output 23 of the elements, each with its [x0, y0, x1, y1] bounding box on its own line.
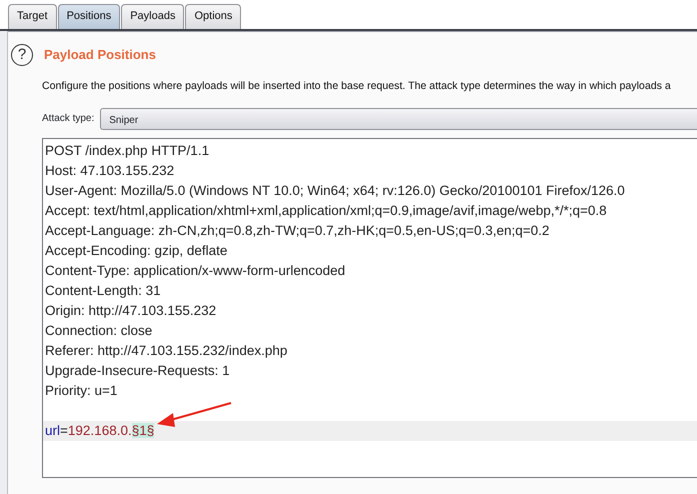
attack-type-label: Attack type: — [42, 112, 94, 126]
help-icon[interactable]: ? — [11, 44, 33, 66]
request-line: Accept: text/html,application/xhtml+xml,application/xml;q=0.9,image/avif,image/webp,*/*;q=0.8 — [44, 202, 608, 220]
request-line: Accept-Encoding: gzip, deflate — [44, 242, 228, 260]
request-line: Origin: http://47.103.155.232 — [44, 302, 218, 320]
request-line: Upgrade-Insecure-Requests: 1 — [44, 362, 231, 380]
attack-type-dropdown[interactable]: Sniper — [100, 108, 697, 130]
tab[interactable]: Options — [185, 4, 242, 29]
request-line: Accept-Language: zh-CN,zh;q=0.8,zh-TW;q=0.7,zh-HK;q=0.5,en-US;q=0.3,en;q=0.2 — [44, 222, 550, 240]
request-editor[interactable] — [42, 138, 697, 478]
request-line: Priority: u=1 — [44, 382, 118, 400]
request-line: Content-Length: 31 — [44, 282, 162, 300]
tab[interactable]: Payloads — [121, 4, 184, 29]
request-line: Host: 47.103.155.232 — [44, 162, 176, 180]
request-line: Referer: http://47.103.155.232/index.php — [44, 342, 288, 360]
section-title: Payload Positions — [44, 46, 156, 64]
tab[interactable]: Target — [8, 4, 57, 29]
request-line: Content-Type: application/x-www-form-urlencoded — [44, 262, 346, 280]
request-line: User-Agent: Mozilla/5.0 (Windows NT 10.0; Win64; x64; rv:126.0) Gecko/20100101 Firefox/126.0 — [44, 182, 626, 200]
tab[interactable]: Positions — [58, 4, 120, 29]
section-description: Configure the positions where payloads will be inserted into the base request. The attack type determines the way in which payloads a — [42, 79, 672, 94]
request-line: Connection: close — [44, 322, 154, 340]
request-line: POST /index.php HTTP/1.1 — [44, 142, 210, 160]
